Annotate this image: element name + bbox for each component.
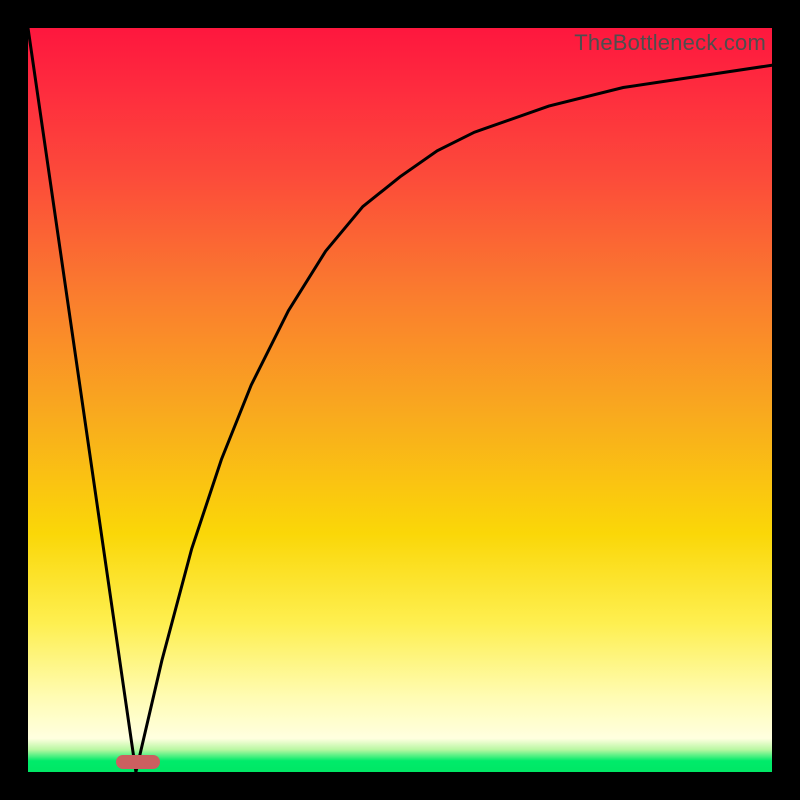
right-curve-path <box>136 65 772 772</box>
plot-area: TheBottleneck.com <box>28 28 772 772</box>
left-line-path <box>28 28 136 772</box>
watermark-text: TheBottleneck.com <box>574 30 766 56</box>
chart-frame: TheBottleneck.com <box>0 0 800 800</box>
curve-layer <box>28 28 772 772</box>
bottleneck-marker <box>116 755 160 769</box>
